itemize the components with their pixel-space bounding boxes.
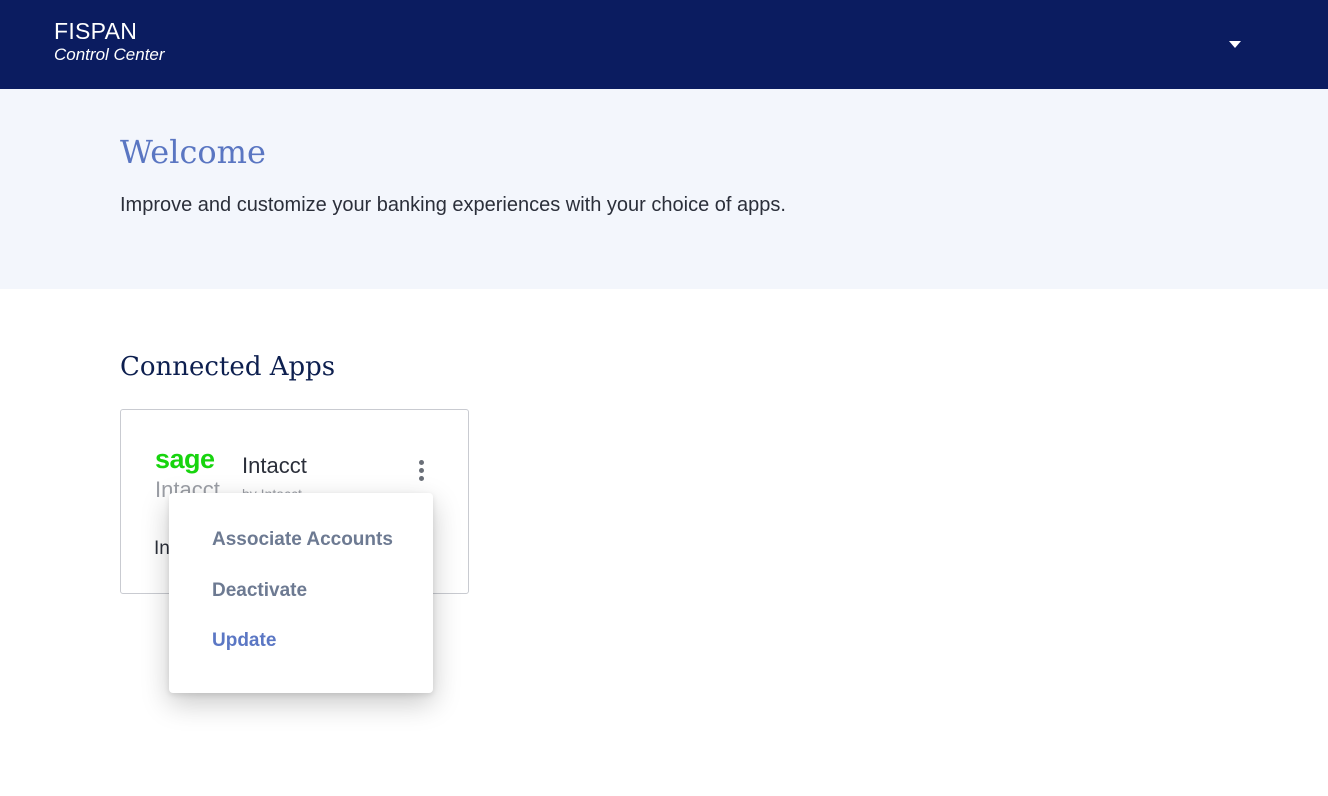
welcome-banner: Welcome Improve and customize your banki… <box>0 89 1328 289</box>
brand-subtitle: Control Center <box>54 45 165 64</box>
app-description: In <box>154 538 170 559</box>
chevron-down-icon <box>1229 40 1241 48</box>
kebab-dot <box>418 467 424 473</box>
page-title: Welcome <box>120 133 266 171</box>
welcome-description: Improve and customize your banking exper… <box>120 194 786 216</box>
more-vertical-icon[interactable] <box>407 454 435 486</box>
menu-item-update[interactable]: Update <box>212 630 276 652</box>
kebab-dot <box>418 459 424 465</box>
app-name: Intacct <box>242 453 307 478</box>
app-actions-menu: Associate Accounts Deactivate Update <box>169 493 433 693</box>
logo-sage-text: sage <box>155 444 215 474</box>
kebab-dot <box>418 475 424 481</box>
brand-logo[interactable]: FISPAN Control Center <box>54 18 165 66</box>
brand-name: FISPAN <box>54 18 138 44</box>
top-navigation-bar: FISPAN Control Center <box>0 0 1328 89</box>
menu-item-deactivate[interactable]: Deactivate <box>212 580 307 602</box>
connected-apps-heading: Connected Apps <box>120 352 336 382</box>
user-menu-toggle[interactable] <box>1218 30 1252 58</box>
menu-item-associate-accounts[interactable]: Associate Accounts <box>212 529 393 551</box>
